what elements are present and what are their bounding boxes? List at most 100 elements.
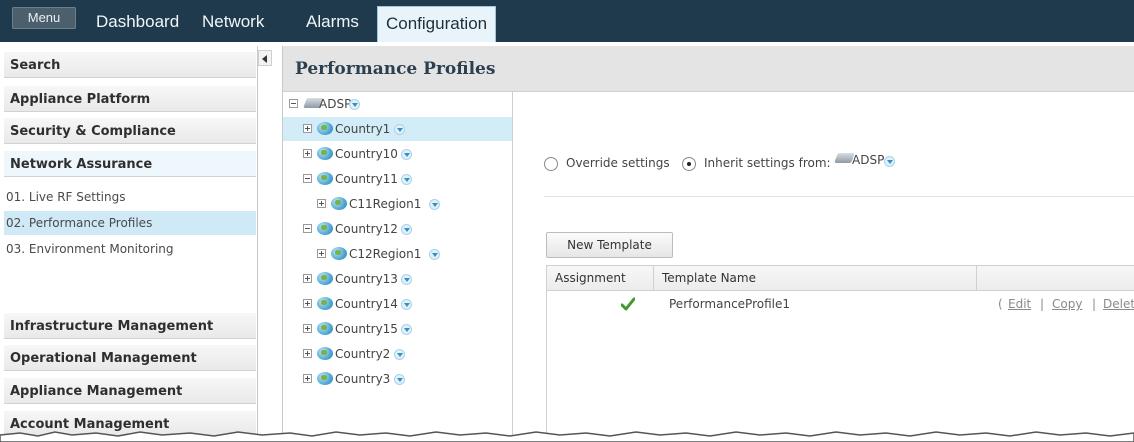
sidebar-collapse-button[interactable] (258, 50, 272, 66)
actions-open-paren: ( (998, 297, 1003, 311)
globe-icon (317, 372, 333, 385)
sidebar-section-network-assurance[interactable]: Network Assurance (4, 151, 256, 177)
sidebar-section-search[interactable]: Search (4, 52, 256, 78)
dropdown-arrow-icon[interactable] (401, 299, 412, 310)
dropdown-arrow-icon[interactable] (429, 199, 440, 210)
dropdown-arrow-icon[interactable] (349, 99, 360, 110)
tab-configuration[interactable]: Configuration (377, 6, 497, 42)
tree-node-c11region1[interactable]: C11Region1 (283, 192, 512, 216)
edit-link[interactable]: Edit (1008, 297, 1031, 311)
expand-icon[interactable] (303, 299, 312, 308)
tree-node-label: Country10 (335, 147, 398, 161)
actions-separator: | (1092, 297, 1097, 311)
tree-node-country3[interactable]: Country3 (283, 367, 512, 391)
tree-node-label: Country12 (335, 222, 398, 236)
templates-table-body: PerformanceProfile1 ( Edit | Copy | Dele… (546, 291, 1134, 442)
tree-node-label: C12Region1 (349, 247, 422, 261)
tab-dashboard[interactable]: Dashboard (96, 12, 179, 32)
globe-icon (317, 122, 333, 135)
sidebar-section-operational-management[interactable]: Operational Management (4, 345, 256, 371)
inherit-settings-label: Inherit settings from: (704, 156, 831, 170)
sidebar-item-environment-monitoring[interactable]: 03. Environment Monitoring (4, 237, 256, 261)
tree-node-label: Country1 (335, 122, 391, 136)
tree-node-label: Country2 (335, 347, 391, 361)
tree-node-country11[interactable]: Country11 (283, 167, 512, 191)
copy-link[interactable]: Copy (1052, 297, 1082, 311)
tree-node-label: Country15 (335, 322, 398, 336)
globe-icon (317, 297, 333, 310)
expand-icon[interactable] (303, 349, 312, 358)
new-template-button[interactable]: New Template (546, 232, 673, 258)
dropdown-arrow-icon[interactable] (401, 324, 412, 335)
sidebar-section-infrastructure-management[interactable]: Infrastructure Management (4, 313, 256, 339)
tree-node-label: C11Region1 (349, 197, 422, 211)
tree-node-country15[interactable]: Country15 (283, 317, 512, 341)
tree-node-country2[interactable]: Country2 (283, 342, 512, 366)
templates-table-header: Assignment Template Name (546, 265, 1134, 291)
template-name-cell: PerformanceProfile1 (669, 297, 790, 311)
expand-icon[interactable] (317, 249, 326, 258)
chevron-left-icon (262, 55, 267, 63)
actions-separator: | (1040, 297, 1045, 311)
expand-icon[interactable] (303, 374, 312, 383)
override-settings-label: Override settings (566, 156, 670, 170)
dropdown-arrow-icon[interactable] (401, 274, 412, 285)
globe-icon (317, 172, 333, 185)
column-header-assignment[interactable]: Assignment (547, 266, 654, 290)
inherit-settings-radio[interactable] (682, 157, 696, 171)
collapse-icon[interactable] (303, 224, 312, 233)
dropdown-arrow-icon[interactable] (401, 174, 412, 185)
expand-icon[interactable] (303, 274, 312, 283)
tree-node-label: Country3 (335, 372, 391, 386)
globe-icon (331, 247, 347, 260)
tab-network[interactable]: Network (202, 12, 264, 32)
globe-icon (331, 197, 347, 210)
tab-alarms[interactable]: Alarms (306, 12, 359, 32)
tree-node-country12[interactable]: Country12 (283, 217, 512, 241)
tree-node-label: Country11 (335, 172, 398, 186)
sidebar-section-appliance-management[interactable]: Appliance Management (4, 378, 256, 404)
sidebar-section-security-compliance[interactable]: Security & Compliance (4, 118, 256, 144)
sidebar-section-appliance-platform[interactable]: Appliance Platform (4, 86, 256, 112)
delete-link[interactable]: Delete (1103, 297, 1134, 311)
dropdown-arrow-icon[interactable] (401, 224, 412, 235)
dropdown-arrow-icon[interactable] (429, 249, 440, 260)
globe-icon (317, 272, 333, 285)
dropdown-arrow-icon[interactable] (394, 124, 405, 135)
globe-icon (317, 147, 333, 160)
tree-node-label: Country13 (335, 272, 398, 286)
globe-icon (317, 322, 333, 335)
tree-node-country13[interactable]: Country13 (283, 267, 512, 291)
table-row[interactable]: PerformanceProfile1 ( Edit | Copy | Dele… (547, 291, 1134, 317)
expand-icon[interactable] (303, 124, 312, 133)
tree-node-country1[interactable]: Country1 (283, 117, 512, 141)
override-settings-radio[interactable] (544, 157, 558, 171)
column-header-template-name[interactable]: Template Name (654, 266, 977, 290)
dropdown-arrow-icon[interactable] (394, 349, 405, 360)
sidebar-item-live-rf-settings[interactable]: 01. Live RF Settings (4, 185, 256, 209)
checkmark-icon (621, 297, 635, 311)
page-title: Performance Profiles (283, 46, 1134, 92)
tree-node-label: ADSP (319, 97, 352, 111)
top-nav-bar: Menu Dashboard Network Alarms Configurat… (0, 0, 1134, 42)
tree-node-label: Country14 (335, 297, 398, 311)
delete-link-clip: Delete (1103, 291, 1134, 317)
sidebar-item-performance-profiles[interactable]: 02. Performance Profiles (4, 211, 256, 235)
profile-settings-area: Override settings Inherit settings from:… (514, 92, 1134, 442)
tree-node-c12region1[interactable]: C12Region1 (283, 242, 512, 266)
divider (544, 196, 1134, 197)
tree-node-country10[interactable]: Country10 (283, 142, 512, 166)
expand-icon[interactable] (317, 199, 326, 208)
dropdown-arrow-icon[interactable] (401, 149, 412, 160)
expand-icon[interactable] (303, 149, 312, 158)
inherit-source-label: ADSP (852, 153, 885, 167)
network-tree: ADSP Country1 Country10 Country11 C11Reg… (283, 92, 513, 442)
tree-node-country14[interactable]: Country14 (283, 292, 512, 316)
dropdown-arrow-icon[interactable] (394, 374, 405, 385)
menu-button[interactable]: Menu (12, 7, 76, 29)
collapse-icon[interactable] (303, 174, 312, 183)
collapse-icon[interactable] (289, 99, 298, 108)
tree-node-adsp[interactable]: ADSP (283, 92, 512, 116)
dropdown-arrow-icon[interactable] (884, 156, 895, 167)
expand-icon[interactable] (303, 324, 312, 333)
